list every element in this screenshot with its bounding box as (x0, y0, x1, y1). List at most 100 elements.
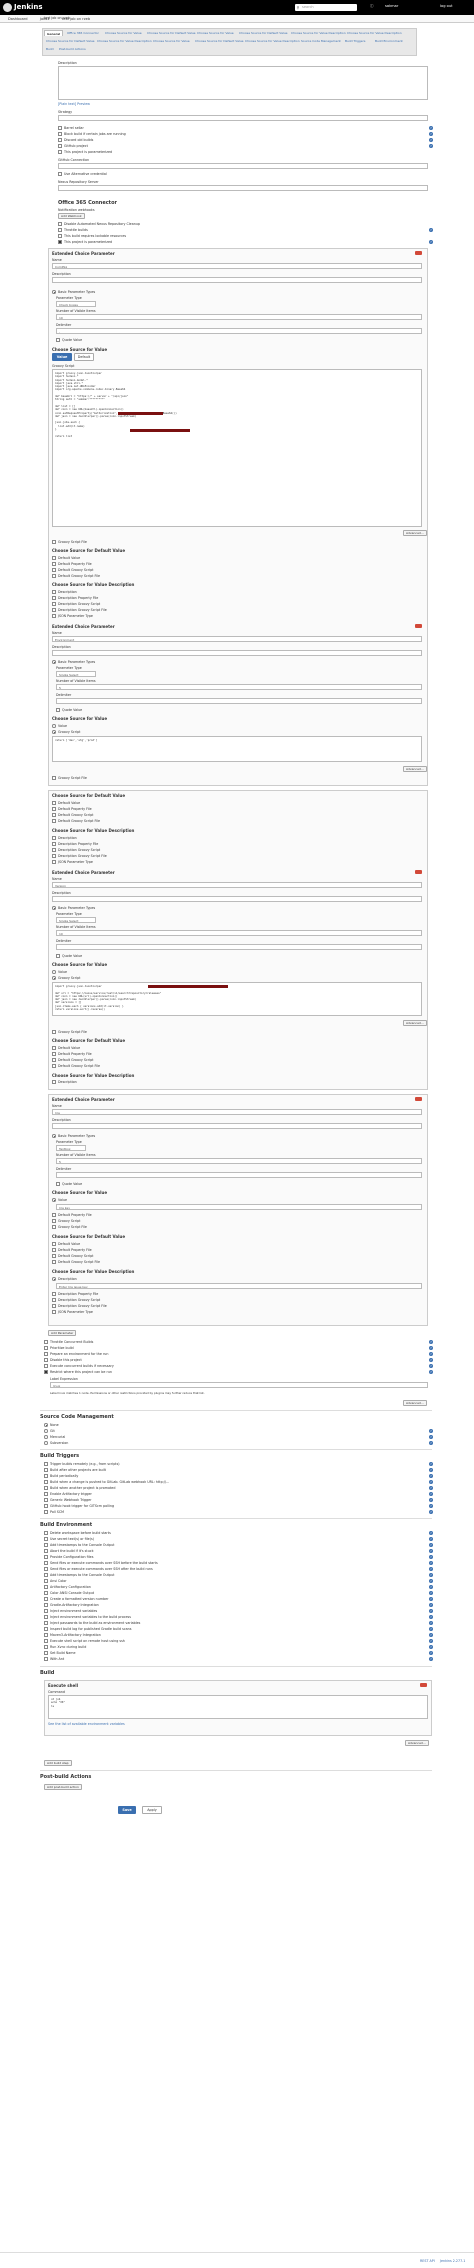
quote-value-checkbox[interactable] (56, 954, 60, 958)
option-checkbox[interactable] (44, 1603, 48, 1607)
option-checkbox[interactable] (44, 1573, 48, 1577)
param-type-select[interactable]: Textbox (56, 1145, 86, 1151)
option-checkbox[interactable] (44, 1651, 48, 1655)
option-checkbox[interactable] (44, 1474, 48, 1478)
scm-radio[interactable] (44, 1435, 48, 1439)
vdesc-checkbox[interactable] (52, 842, 56, 846)
help-icon[interactable]: ? (429, 1615, 433, 1619)
vdesc-checkbox[interactable] (52, 836, 56, 840)
advanced-button[interactable]: Advanced... (403, 530, 427, 536)
brand-title[interactable]: Jenkins (14, 3, 43, 11)
option-checkbox[interactable] (44, 1615, 48, 1619)
quote-value-checkbox[interactable] (56, 708, 60, 712)
dval-checkbox[interactable] (52, 1242, 56, 1246)
param4-desc-text-input[interactable]: Enter Jira issue key (56, 1283, 422, 1289)
tab-choose-default-1[interactable]: Choose Source for Default Value (145, 30, 198, 36)
vsrc-checkbox[interactable] (52, 1225, 56, 1229)
vsrc-checkbox[interactable] (52, 1219, 56, 1223)
delimiter-input[interactable] (56, 944, 422, 950)
help-icon[interactable]: ? (429, 1555, 433, 1559)
opt-checkbox[interactable] (58, 126, 62, 130)
add-parameter-button[interactable]: Add Parameter (48, 1330, 77, 1336)
help-icon[interactable]: ? (429, 1537, 433, 1541)
tab-choose-desc-1[interactable]: Choose Source for Value Description (289, 30, 348, 36)
help-icon[interactable]: ? (429, 1492, 433, 1496)
advanced-button[interactable]: Advanced... (403, 1400, 427, 1406)
option-checkbox[interactable] (44, 1531, 48, 1535)
vdesc-checkbox[interactable] (52, 860, 56, 864)
dval-checkbox[interactable] (52, 1058, 56, 1062)
visible-items-input[interactable]: 10 (56, 930, 422, 936)
tab-choose-default-4[interactable]: Choose Source for Default Value (193, 38, 246, 44)
help-icon[interactable]: ? (429, 1609, 433, 1613)
option-checkbox[interactable] (44, 1657, 48, 1661)
github-connection-select[interactable] (58, 163, 428, 169)
help-icon[interactable]: ? (429, 1504, 433, 1508)
quote-value-checkbox[interactable] (56, 1182, 60, 1186)
vdesc-checkbox[interactable] (52, 1080, 56, 1084)
advanced-button[interactable]: Advanced... (405, 1740, 429, 1746)
add-build-step-button[interactable]: Add build step (44, 1760, 72, 1766)
option-checkbox[interactable] (44, 1486, 48, 1490)
basic-param-types-radio[interactable] (52, 906, 56, 910)
help-icon[interactable]: ? (429, 1561, 433, 1565)
vdesc-checkbox[interactable] (52, 608, 56, 612)
value-radio[interactable] (52, 970, 56, 974)
quote-value-checkbox[interactable] (56, 338, 60, 342)
search-input[interactable]: ⚲ search (295, 4, 357, 11)
dval-checkbox[interactable] (52, 801, 56, 805)
scm-radio[interactable] (44, 1441, 48, 1445)
option-checkbox[interactable] (44, 1639, 48, 1643)
param4-desc-input[interactable] (52, 1123, 422, 1129)
tab-post-build[interactable]: Post-build Actions (57, 46, 88, 52)
more-opt-checkbox[interactable] (44, 1346, 48, 1350)
option-checkbox[interactable] (44, 1480, 48, 1484)
param4-name-input[interactable]: Jira (52, 1109, 422, 1115)
param4-value-input[interactable]: Jira key (56, 1204, 422, 1210)
visible-items-input[interactable]: 5 (56, 1158, 422, 1164)
help-icon[interactable]: ? (429, 1510, 433, 1514)
visible-items-input[interactable]: 10 (56, 314, 422, 320)
strategy-select[interactable] (58, 115, 428, 121)
option-checkbox[interactable] (44, 1462, 48, 1466)
office-opt-checkbox[interactable] (58, 228, 62, 232)
help-icon[interactable]: ? (429, 1364, 433, 1368)
help-icon[interactable]: ? (429, 1358, 433, 1362)
help-icon[interactable]: ? (429, 1567, 433, 1571)
delete-param-button[interactable] (415, 251, 422, 255)
help-icon[interactable]: ? (429, 1543, 433, 1547)
user-link[interactable]: sakmar (385, 4, 398, 8)
option-checkbox[interactable] (44, 1537, 48, 1541)
param1-name-input[interactable]: ComPkg (52, 263, 422, 269)
help-icon[interactable]: ? (429, 1657, 433, 1661)
help-icon[interactable]: ? (429, 1591, 433, 1595)
advanced-button[interactable]: Advanced... (403, 766, 427, 772)
help-icon[interactable]: ? (429, 1639, 433, 1643)
help-icon[interactable]: ? (429, 1651, 433, 1655)
dval-checkbox[interactable] (52, 1254, 56, 1258)
dval-checkbox[interactable] (52, 574, 56, 578)
breadcrumb-dashboard[interactable]: Dashboard (8, 17, 28, 21)
command-editor[interactable]: cd job echo "OK" ls (48, 1695, 428, 1719)
option-checkbox[interactable] (44, 1492, 48, 1496)
delete-param-button[interactable] (415, 624, 422, 628)
tab-build-triggers[interactable]: Build Triggers (343, 38, 367, 44)
help-icon[interactable]: ? (429, 132, 433, 136)
param-type-select[interactable]: Single Select (56, 917, 96, 923)
option-checkbox[interactable] (44, 1591, 48, 1595)
groovy-file-checkbox[interactable] (52, 1030, 56, 1034)
option-checkbox[interactable] (44, 1468, 48, 1472)
help-icon[interactable]: ? (429, 1429, 433, 1433)
visible-items-input[interactable]: 5 (56, 684, 422, 690)
rest-api-link[interactable]: REST API (420, 2259, 435, 2263)
scm-radio[interactable] (44, 1429, 48, 1433)
option-checkbox[interactable] (44, 1585, 48, 1589)
dval-checkbox[interactable] (52, 556, 56, 560)
dval-checkbox[interactable] (52, 813, 56, 817)
dval-checkbox[interactable] (52, 819, 56, 823)
office-opt-checkbox[interactable] (58, 234, 62, 238)
help-icon[interactable]: ? (429, 138, 433, 142)
help-icon[interactable]: ? (429, 126, 433, 130)
dval-checkbox[interactable] (52, 1046, 56, 1050)
dval-checkbox[interactable] (52, 1260, 56, 1264)
